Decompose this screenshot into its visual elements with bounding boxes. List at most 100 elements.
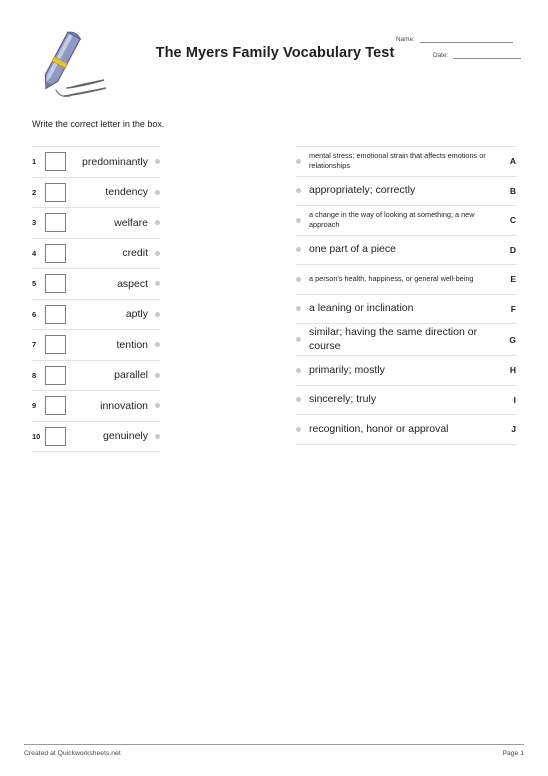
match-dot-icon[interactable]	[155, 220, 160, 226]
match-dot-icon[interactable]	[155, 250, 160, 256]
match-dot-icon[interactable]	[155, 189, 160, 195]
vocabulary-word: aspect	[117, 277, 148, 290]
definition-row: mental stress; emotional strain that aff…	[296, 146, 516, 176]
definition-row: sincerely; truly I	[296, 384, 516, 415]
date-label: Date:	[433, 52, 449, 59]
name-date-fields: Name: Date:	[396, 34, 522, 66]
definition-text: a change in the way of looking at someth…	[309, 210, 475, 230]
definition-row: a change in the way of looking at someth…	[296, 205, 516, 235]
answer-box[interactable]	[45, 304, 66, 324]
match-dot-icon[interactable]	[296, 306, 301, 312]
answer-box[interactable]	[45, 243, 66, 263]
worksheet-page: The Myers Family Vocabulary Test Name: D…	[0, 0, 548, 776]
definition-letter: C	[509, 215, 516, 226]
vocabulary-word-column: 1 predominantly 2 tendency 3 welfare 4 credit 5 a…	[32, 146, 160, 452]
instructions-text: Write the correct letter in the box.	[32, 119, 165, 129]
answer-box[interactable]	[45, 182, 66, 202]
definition-letter: G	[509, 334, 516, 345]
match-dot-icon[interactable]	[155, 372, 160, 378]
name-field-row: Name:	[396, 34, 522, 50]
match-dot-icon[interactable]	[155, 159, 160, 165]
vocabulary-word: genuinely	[103, 430, 148, 443]
vocabulary-row: 4 credit	[32, 237, 160, 269]
definition-text: a leaning or inclination	[309, 302, 414, 314]
match-dot-icon[interactable]	[296, 247, 301, 253]
definition-text: recognition, honor or approval	[309, 422, 449, 435]
match-dot-icon[interactable]	[155, 403, 160, 409]
definition-letter: J	[511, 424, 516, 435]
definition-row: similar; having the same direction or co…	[296, 323, 516, 355]
vocabulary-row: 6 aptly	[32, 298, 160, 330]
vocabulary-word: parallel	[114, 369, 148, 382]
question-number: 2	[32, 187, 37, 197]
vocabulary-row: 10 genuinely	[32, 420, 160, 452]
vocabulary-word: aptly	[125, 308, 148, 321]
definition-text: appropriately; correctly	[309, 184, 416, 196]
match-dot-icon[interactable]	[296, 367, 301, 373]
definition-letter: D	[509, 244, 516, 255]
answer-box[interactable]	[45, 213, 66, 233]
column-bottom-rule	[32, 451, 160, 452]
definition-letter: F	[510, 303, 516, 314]
vocabulary-word: welfare	[114, 216, 148, 229]
answer-box[interactable]	[45, 426, 66, 446]
definition-row: recognition, honor or approval J	[296, 414, 516, 444]
answer-box[interactable]	[45, 335, 66, 355]
definition-text: mental stress; emotional strain that aff…	[309, 151, 486, 171]
name-label: Name:	[396, 36, 415, 43]
definition-letter: B	[509, 185, 516, 196]
page-title: The Myers Family Vocabulary Test	[155, 45, 395, 61]
column-bottom-rule	[296, 443, 516, 445]
answer-box[interactable]	[45, 274, 66, 294]
definition-row: one part of a piece D	[296, 234, 516, 265]
match-dot-icon[interactable]	[296, 188, 301, 194]
question-number: 6	[32, 309, 37, 319]
match-dot-icon[interactable]	[155, 311, 160, 317]
match-dot-icon[interactable]	[296, 217, 301, 223]
match-dot-icon[interactable]	[296, 426, 301, 432]
definition-letter: H	[509, 365, 516, 376]
definition-text: one part of a piece	[309, 243, 396, 255]
footer-page-number: Page 1	[502, 750, 524, 757]
question-number: 9	[32, 401, 37, 411]
name-input-line[interactable]	[420, 34, 513, 43]
page-header: The Myers Family Vocabulary Test Name: D…	[0, 0, 548, 112]
definition-row: a leaning or inclination F	[296, 293, 516, 324]
vocabulary-row: 5 aspect	[32, 268, 160, 299]
match-dot-icon[interactable]	[296, 337, 301, 342]
fountain-pen-writing-icon	[26, 26, 112, 106]
match-dot-icon[interactable]	[296, 276, 301, 282]
match-dot-icon[interactable]	[296, 158, 301, 164]
date-input-line[interactable]	[453, 50, 521, 59]
definition-letter: E	[510, 274, 516, 285]
definition-letter: A	[509, 156, 516, 167]
answer-box[interactable]	[45, 365, 66, 385]
definition-text: sincerely; truly	[309, 393, 377, 405]
definition-text: similar; having the same direction or co…	[309, 326, 478, 352]
definition-row: primarily; mostly H	[296, 355, 516, 385]
match-dot-icon[interactable]	[155, 281, 160, 287]
vocabulary-word: predominantly	[82, 155, 148, 168]
vocabulary-word: innovation	[100, 399, 148, 412]
question-number: 8	[32, 370, 37, 380]
definition-letter: I	[513, 394, 516, 405]
question-number: 3	[32, 218, 37, 228]
footer-credit: Created at Quickworksheets.net	[24, 750, 121, 757]
vocabulary-row: 7 tention	[32, 329, 160, 360]
definition-row: appropriately; correctly B	[296, 175, 516, 206]
vocabulary-row: 9 innovation	[32, 390, 160, 421]
page-footer: Created at Quickworksheets.net Page 1	[24, 744, 524, 757]
question-number: 1	[32, 157, 37, 167]
question-number: 10	[32, 431, 41, 441]
vocabulary-row: 8 parallel	[32, 359, 160, 391]
match-dot-icon[interactable]	[155, 433, 160, 439]
definition-text: primarily; mostly	[309, 363, 385, 376]
definition-column: mental stress; emotional strain that aff…	[296, 146, 516, 445]
match-dot-icon[interactable]	[155, 342, 160, 348]
answer-box[interactable]	[45, 152, 66, 172]
question-number: 5	[32, 279, 37, 289]
match-dot-icon[interactable]	[296, 397, 301, 403]
vocabulary-word: tendency	[105, 186, 148, 199]
answer-box[interactable]	[45, 396, 66, 416]
vocabulary-row: 2 tendency	[32, 176, 160, 208]
